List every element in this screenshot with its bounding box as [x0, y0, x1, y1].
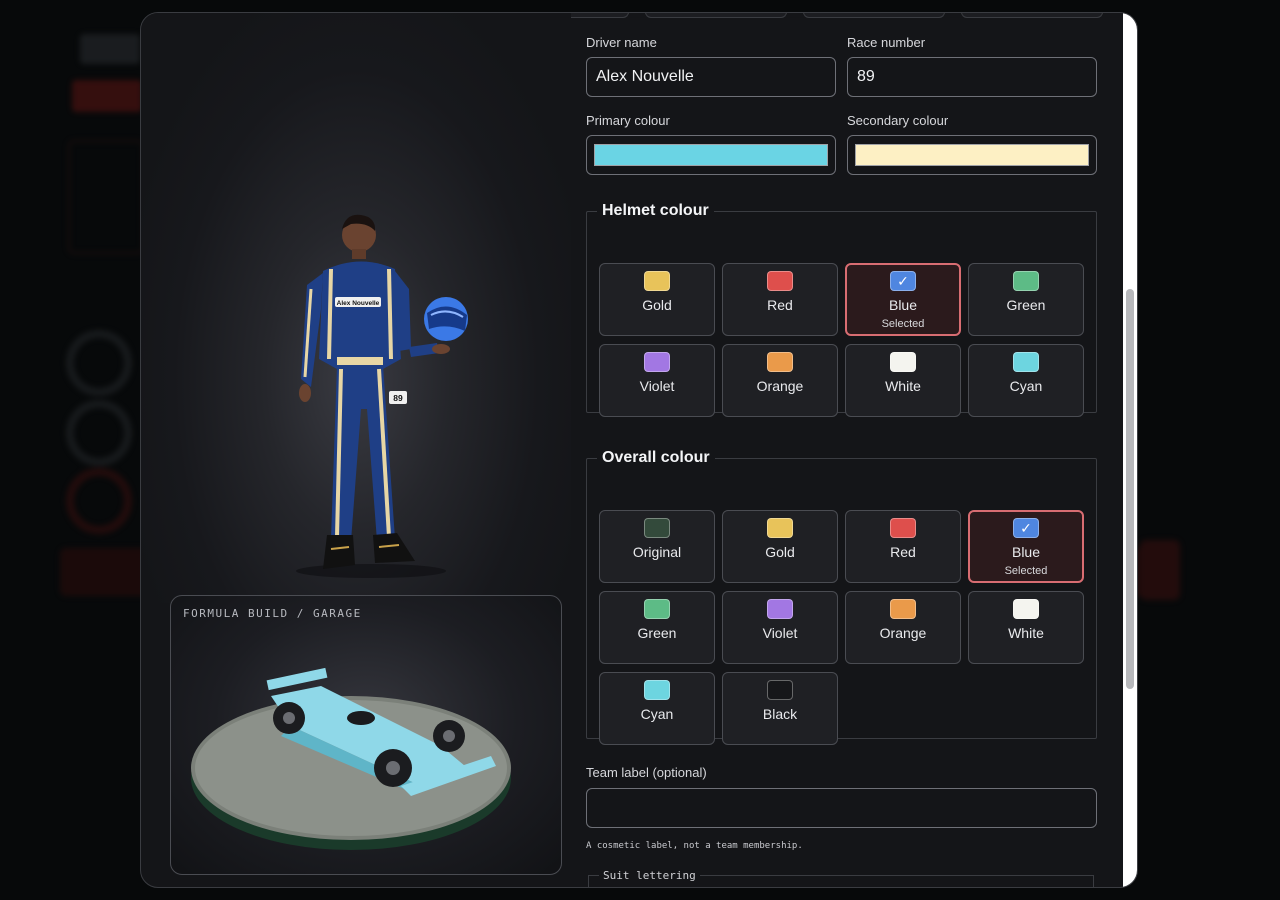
primary-colour-picker[interactable]: [586, 135, 836, 175]
driver-figure: Alex Nouvelle 89: [296, 214, 468, 578]
colour-option-label: Orange: [879, 625, 927, 641]
team-label-input[interactable]: [586, 788, 1097, 828]
colour-swatch-chip: [767, 352, 793, 372]
colour-option-label: Violet: [762, 625, 798, 641]
colour-swatch-chip: [767, 518, 793, 538]
colour-swatch-chip: [767, 271, 793, 291]
colour-option-label: Gold: [765, 544, 795, 560]
secondary-colour-swatch: [855, 144, 1089, 166]
overall-colour-option[interactable]: Original: [599, 510, 715, 583]
primary-colour-swatch: [594, 144, 828, 166]
modal-tab[interactable]: [961, 13, 1103, 18]
team-label-label: Team label (optional): [586, 765, 707, 780]
helmet-colour-option[interactable]: White: [845, 344, 961, 417]
race-number-patch-text: 89: [393, 393, 403, 403]
colour-option-label: Green: [637, 625, 677, 641]
colour-option-label: Original: [632, 544, 682, 560]
secondary-colour-label: Secondary colour: [847, 113, 949, 128]
overall-colour-group: Overall colour Original Gold Red Blue Select…: [586, 449, 1097, 745]
colour-option-label: Gold: [642, 297, 672, 313]
colour-swatch-chip: [767, 599, 793, 619]
overall-colour-option[interactable]: Green: [599, 591, 715, 664]
overall-colour-options: Original Gold Red Blue Selected Green Violet Or…: [599, 510, 1084, 745]
driver-preview: Alex Nouvelle 89 FORMULA BUILD / GARAGE: [141, 13, 571, 875]
helmet-colour-option[interactable]: Gold: [599, 263, 715, 336]
helmet-colour-option[interactable]: Violet: [599, 344, 715, 417]
colour-swatch-chip: [890, 352, 916, 372]
overall-colour-option[interactable]: Black: [722, 672, 838, 745]
secondary-colour-picker[interactable]: [847, 135, 1097, 175]
helmet-colour-option[interactable]: Red: [722, 263, 838, 336]
colour-swatch-chip: [644, 271, 670, 291]
overall-colour-option[interactable]: Orange: [845, 591, 961, 664]
race-number-label: Race number: [847, 35, 926, 50]
colour-option-label: Cyan: [640, 706, 674, 722]
colour-swatch-chip: [890, 518, 916, 538]
overall-colour-option[interactable]: White: [968, 591, 1084, 664]
colour-option-label: Blue: [888, 297, 918, 313]
colour-option-label: Cyan: [1009, 378, 1043, 394]
overall-colour-option[interactable]: Red: [845, 510, 961, 583]
colour-swatch-chip: [644, 352, 670, 372]
colour-option-label: Red: [767, 297, 793, 313]
selected-indicator: Selected: [881, 318, 925, 330]
overall-colour-option[interactable]: Gold: [722, 510, 838, 583]
helmet-colour-group: Helmet colour Gold Red Blue Selected Green Vi…: [586, 202, 1097, 417]
car-turntable: [191, 667, 511, 850]
driver-name-patch-text: Alex Nouvelle: [337, 300, 380, 307]
colour-swatch-chip: [1013, 352, 1039, 372]
colour-swatch-chip: [890, 599, 916, 619]
garage-preview: FORMULA BUILD / GARAGE: [170, 595, 562, 875]
helmet-colour-option[interactable]: Green: [968, 263, 1084, 336]
colour-option-label: White: [1008, 625, 1044, 641]
scrollbar-thumb[interactable]: [1126, 289, 1134, 689]
colour-option-label: Green: [1006, 297, 1046, 313]
modal-scrollbar[interactable]: [1123, 13, 1137, 887]
colour-option-label: Orange: [756, 378, 804, 394]
colour-option-label: Violet: [639, 378, 675, 394]
helmet-colour-options: Gold Red Blue Selected Green Violet Orange Whit…: [599, 263, 1084, 417]
suit-lettering-legend: Suit lettering: [603, 869, 696, 882]
driver-customizer-modal: Alex Nouvelle 89 FORMULA BUILD / GARAGE …: [140, 12, 1138, 888]
colour-option-label: Red: [890, 544, 916, 560]
helmet-colour-option[interactable]: Blue Selected: [845, 263, 961, 336]
helmet-colour-option[interactable]: Cyan: [968, 344, 1084, 417]
colour-swatch-chip: [1013, 599, 1039, 619]
colour-swatch-chip: [644, 599, 670, 619]
colour-option-label: Black: [762, 706, 798, 722]
helmet-colour-legend: Helmet colour: [602, 202, 709, 219]
colour-option-label: Blue: [1011, 544, 1041, 560]
driver-name-input[interactable]: Alex Nouvelle: [586, 57, 836, 97]
selected-indicator: Selected: [1004, 565, 1048, 577]
primary-colour-label: Primary colour: [586, 113, 670, 128]
colour-swatch-chip: [1013, 271, 1039, 291]
colour-swatch-chip: [644, 518, 670, 538]
overall-colour-legend: Overall colour: [602, 449, 710, 466]
overall-colour-option[interactable]: Blue Selected: [968, 510, 1084, 583]
driver-name-label: Driver name: [586, 35, 657, 50]
colour-swatch-chip: [644, 680, 670, 700]
colour-option-label: White: [885, 378, 921, 394]
overall-colour-option[interactable]: Violet: [722, 591, 838, 664]
overall-colour-option[interactable]: Cyan: [599, 672, 715, 745]
checkmark-icon: [890, 271, 916, 291]
modal-tab[interactable]: [645, 13, 787, 18]
colour-swatch-chip: [767, 680, 793, 700]
checkmark-icon: [1013, 518, 1039, 538]
modal-tab[interactable]: [803, 13, 945, 18]
race-number-input[interactable]: 89: [847, 57, 1097, 97]
team-label-hint: A cosmetic label, not a team membership.: [586, 841, 803, 851]
suit-lettering-group: Suit lettering: [588, 869, 1094, 887]
helmet-colour-option[interactable]: Orange: [722, 344, 838, 417]
